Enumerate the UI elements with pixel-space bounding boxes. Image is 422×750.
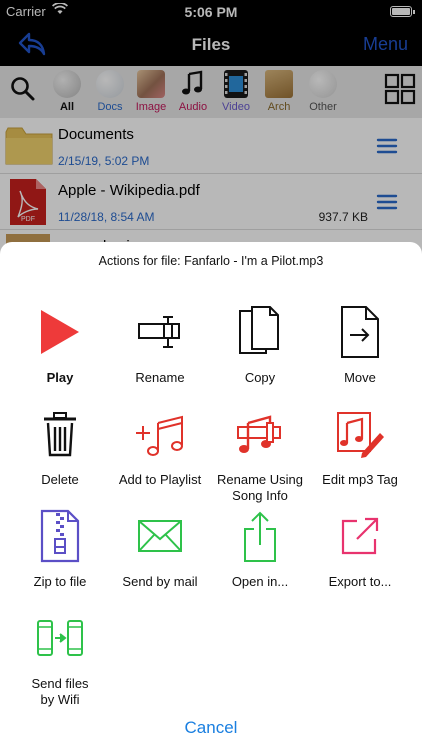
open-in-button[interactable]: Open in... [208, 508, 312, 590]
add-to-playlist-label: Add to Playlist [118, 472, 202, 487]
action-sheet-title: Actions for file: Fanfarlo - I'm a Pilot… [98, 254, 324, 268]
move-doc-icon [308, 304, 412, 360]
zip-file-icon [8, 508, 112, 564]
rename-cursor-icon [108, 304, 212, 360]
zip-to-file-button[interactable]: Zip to file [8, 508, 112, 590]
mail-icon [108, 508, 212, 564]
share-icon [208, 508, 312, 564]
copy-docs-icon [208, 304, 312, 360]
open-in-label: Open in... [231, 574, 289, 589]
add-to-playlist-icon [108, 406, 212, 462]
export-to-label: Export to... [328, 574, 392, 589]
action-sheet: Actions for file: Fanfarlo - I'm a Pilot… [0, 242, 422, 750]
copy-button[interactable]: Copy [208, 304, 312, 386]
rename-song-info-label: Rename Using Song Info [217, 472, 303, 503]
rename-song-info-button[interactable]: Rename Using Song Info [208, 406, 312, 504]
zip-to-file-label: Zip to file [33, 574, 87, 589]
trash-icon [8, 406, 112, 462]
send-files-by-wifi-label: Send files by Wifi [31, 676, 89, 707]
wifi-transfer-icon [8, 610, 112, 666]
play-label: Play [46, 370, 74, 385]
add-to-playlist-button[interactable]: Add to Playlist [108, 406, 212, 488]
export-to-button[interactable]: Export to... [308, 508, 412, 590]
edit-mp3-tag-label: Edit mp3 Tag [322, 472, 398, 487]
edit-mp3-tag-icon [308, 406, 412, 462]
cancel-button[interactable]: Cancel [0, 718, 422, 738]
delete-button[interactable]: Delete [8, 406, 112, 488]
send-files-by-wifi-button[interactable]: Send files by Wifi [8, 610, 112, 708]
rename-button[interactable]: Rename [108, 304, 212, 386]
send-by-mail-label: Send by mail [122, 574, 198, 589]
copy-label: Copy [244, 370, 276, 385]
edit-mp3-tag-button[interactable]: Edit mp3 Tag [308, 406, 412, 488]
move-label: Move [344, 370, 376, 385]
send-by-mail-button[interactable]: Send by mail [108, 508, 212, 590]
delete-label: Delete [41, 472, 79, 487]
rename-song-info-icon [208, 406, 312, 462]
play-button[interactable]: Play [8, 304, 112, 386]
rename-label: Rename [135, 370, 185, 385]
move-button[interactable]: Move [308, 304, 412, 386]
play-icon [8, 304, 112, 360]
export-icon [308, 508, 412, 564]
